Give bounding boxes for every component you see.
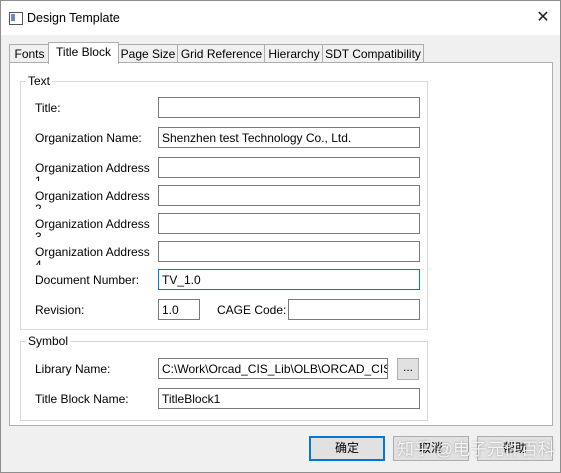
address-4-clipped-text: 4	[35, 259, 42, 265]
design-template-dialog: Design Template ✕ Fonts Title Block Page…	[0, 0, 561, 473]
tab-title-block[interactable]: Title Block	[48, 42, 119, 64]
title-field[interactable]	[158, 97, 420, 118]
title-label: Title:	[35, 101, 61, 115]
organization-name-field[interactable]: Shenzhen test Technology Co., Ltd.	[158, 127, 420, 148]
document-number-field[interactable]: TV_1.0	[158, 269, 420, 290]
organization-address-1-label: Organization Address	[35, 161, 150, 175]
tab-hierarchy[interactable]: Hierarchy	[264, 44, 324, 63]
title-block-panel: Text Title: Organization Name: Shenzhen …	[9, 62, 553, 426]
tab-sdt-compatibility[interactable]: SDT Compatibility	[322, 44, 424, 63]
organization-address-4-field[interactable]	[158, 241, 420, 262]
app-icon	[9, 12, 23, 25]
window-title: Design Template	[27, 11, 120, 25]
address-3-clipped-text: 3	[35, 231, 42, 237]
watermark: 知乎 @电子元件百科	[397, 440, 555, 459]
library-name-field[interactable]: C:\Work\Orcad_CIS_Lib\OLB\ORCAD_CIS_LI	[158, 358, 388, 379]
symbol-group-title: Symbol	[26, 334, 71, 348]
organization-address-2-field[interactable]	[158, 185, 420, 206]
organization-address-3-label: Organization Address	[35, 217, 150, 231]
organization-address-1-field[interactable]	[158, 157, 420, 178]
organization-address-3-field[interactable]	[158, 213, 420, 234]
organization-name-label: Organization Name:	[35, 131, 142, 145]
text-group-title: Text	[26, 74, 53, 88]
library-name-label: Library Name:	[35, 362, 111, 376]
cage-code-label: CAGE Code:	[217, 303, 287, 317]
ok-button[interactable]: 确定	[309, 436, 385, 461]
title-bar: Design Template ✕	[1, 1, 560, 35]
symbol-group: Symbol	[20, 334, 428, 421]
title-block-name-label: Title Block Name:	[35, 392, 129, 406]
revision-label: Revision:	[35, 303, 85, 317]
tab-grid-reference[interactable]: Grid Reference	[177, 44, 266, 63]
title-block-name-field[interactable]: TitleBlock1	[158, 388, 420, 409]
tab-fonts[interactable]: Fonts	[9, 44, 50, 63]
document-number-label: Document Number:	[35, 273, 140, 287]
revision-field[interactable]: 1.0	[158, 299, 200, 320]
address-1-clipped-text: 1	[35, 175, 42, 181]
organization-address-4-label: Organization Address	[35, 245, 150, 259]
tab-page-size[interactable]: Page Size	[117, 44, 179, 63]
address-2-clipped-text: 2	[35, 203, 42, 209]
organization-address-2-label: Organization Address	[35, 189, 150, 203]
close-button[interactable]: ✕	[531, 7, 555, 29]
cage-code-field[interactable]	[288, 299, 420, 320]
browse-library-button[interactable]: ...	[397, 358, 419, 380]
